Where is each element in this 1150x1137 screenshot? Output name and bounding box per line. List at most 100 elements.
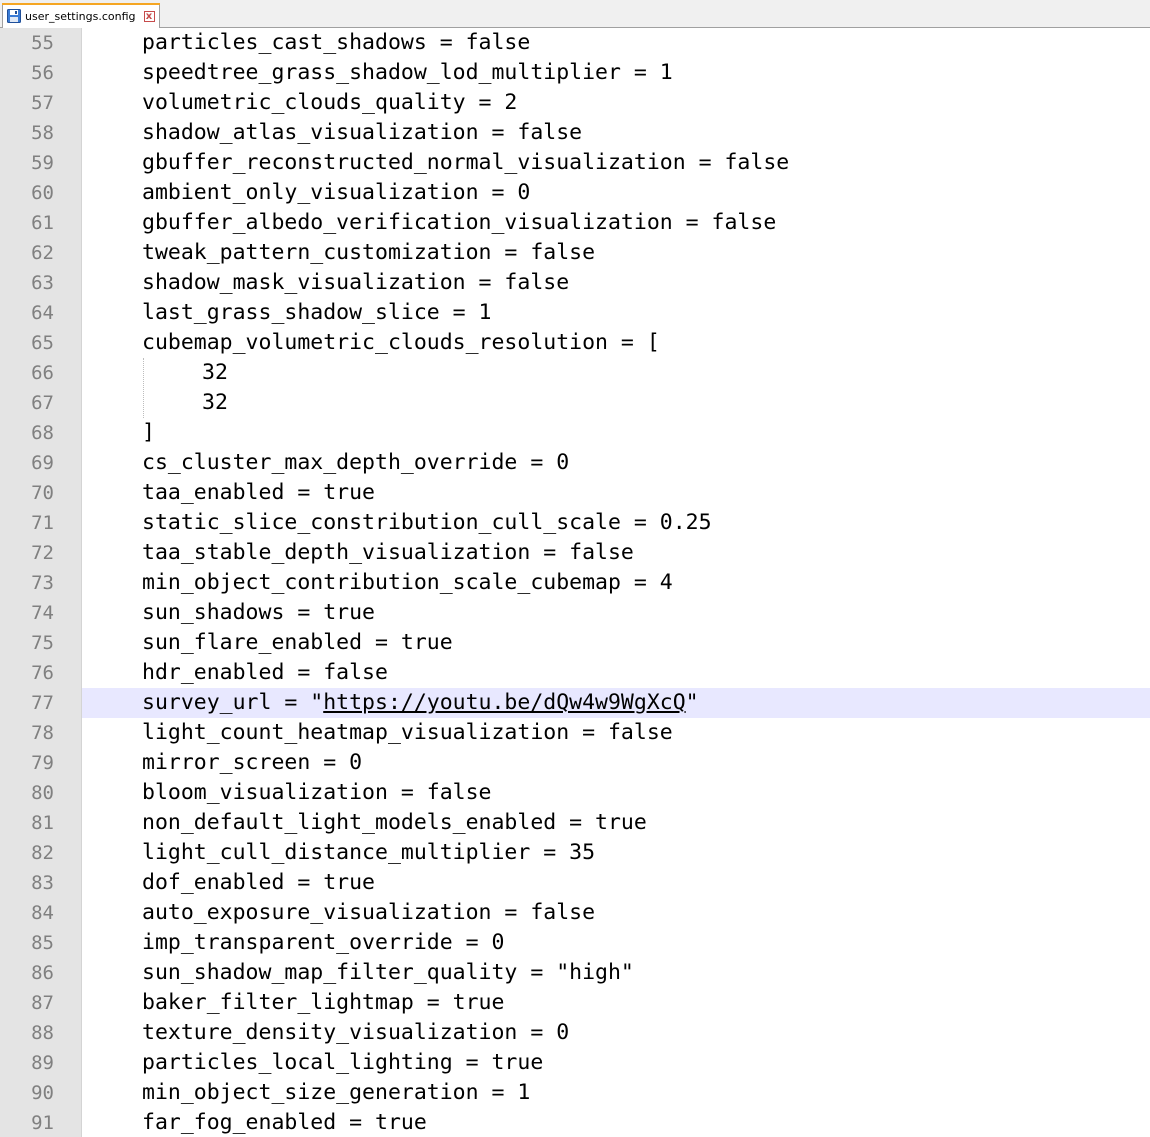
code-text[interactable]: light_count_heatmap_visualization = fals… [142, 718, 673, 748]
code-line[interactable]: 90 min_object_size_generation = 1 [0, 1078, 1150, 1108]
line-number: 90 [31, 1082, 54, 1104]
code-line[interactable]: 75 sun_flare_enabled = true [0, 628, 1150, 658]
code-text[interactable]: last_grass_shadow_slice = 1 [142, 298, 492, 328]
tab-user-settings-config[interactable]: user_settings.config x [2, 3, 160, 28]
code-text[interactable]: texture_density_visualization = 0 [142, 1018, 569, 1048]
code-text[interactable]: cs_cluster_max_depth_override = 0 [142, 448, 569, 478]
code-line[interactable]: 56 speedtree_grass_shadow_lod_multiplier … [0, 58, 1150, 88]
code-text-content: last_grass_shadow_slice = 1 [142, 300, 492, 325]
code-text[interactable]: shadow_atlas_visualization = false [142, 118, 582, 148]
code-line[interactable]: 55 particles_cast_shadows = false [0, 28, 1150, 58]
code-text[interactable]: shadow_mask_visualization = false [142, 268, 569, 298]
code-text[interactable]: 32 [202, 358, 228, 388]
url-link[interactable]: https://youtu.be/dQw4w9WgXcQ [323, 690, 685, 715]
code-line[interactable]: 84 auto_exposure_visualization = false [0, 898, 1150, 928]
line-number: 55 [31, 32, 54, 54]
code-line[interactable]: 71 static_slice_constribution_cull_scale … [0, 508, 1150, 538]
code-text[interactable]: static_slice_constribution_cull_scale = … [142, 508, 712, 538]
line-number: 91 [31, 1112, 54, 1134]
code-line[interactable]: 74 sun_shadows = true [0, 598, 1150, 628]
code-text-content: cubemap_volumetric_clouds_resolution = [ [142, 330, 660, 355]
code-text-content: hdr_enabled = false [142, 660, 388, 685]
code-line[interactable]: 58 shadow_atlas_visualization = false [0, 118, 1150, 148]
line-number: 57 [31, 92, 54, 114]
code-text[interactable]: particles_local_lighting = true [142, 1048, 543, 1078]
code-text[interactable]: auto_exposure_visualization = false [142, 898, 595, 928]
code-text[interactable]: non_default_light_models_enabled = true [142, 808, 647, 838]
code-text-content: taa_enabled = true [142, 480, 375, 505]
code-text[interactable]: sun_shadows = true [142, 598, 375, 628]
code-text[interactable]: imp_transparent_override = 0 [142, 928, 504, 958]
code-line[interactable]: 87 baker_filter_lightmap = true [0, 988, 1150, 1018]
code-line[interactable]: 91 far_fog_enabled = true [0, 1108, 1150, 1137]
line-number: 66 [31, 362, 54, 384]
code-text[interactable]: cubemap_volumetric_clouds_resolution = [ [142, 328, 660, 358]
code-text[interactable]: bloom_visualization = false [142, 778, 492, 808]
code-editor[interactable]: 55 particles_cast_shadows = false 56 speedt… [0, 28, 1150, 1137]
code-text[interactable]: min_object_contribution_scale_cubemap = … [142, 568, 673, 598]
code-text[interactable]: hdr_enabled = false [142, 658, 388, 688]
code-line[interactable]: 89 particles_local_lighting = true [0, 1048, 1150, 1078]
code-text[interactable]: speedtree_grass_shadow_lod_multiplier = … [142, 58, 673, 88]
code-text[interactable]: survey_url = "https://youtu.be/dQw4w9WgX… [142, 688, 699, 718]
code-line[interactable]: 83 dof_enabled = true [0, 868, 1150, 898]
code-text[interactable]: ] [142, 418, 155, 448]
code-text-content: survey_url = " [142, 690, 324, 715]
code-text[interactable]: volumetric_clouds_quality = 2 [142, 88, 517, 118]
close-icon[interactable]: x [143, 10, 155, 22]
code-line[interactable]: 64 last_grass_shadow_slice = 1 [0, 298, 1150, 328]
code-text[interactable]: sun_flare_enabled = true [142, 628, 453, 658]
code-line[interactable]: 69 cs_cluster_max_depth_override = 0 [0, 448, 1150, 478]
code-line[interactable]: 63 shadow_mask_visualization = false [0, 268, 1150, 298]
code-text[interactable]: tweak_pattern_customization = false [142, 238, 595, 268]
code-line[interactable]: 79 mirror_screen = 0 [0, 748, 1150, 778]
code-line[interactable]: 86 sun_shadow_map_filter_quality = "high" [0, 958, 1150, 988]
code-line[interactable]: 59 gbuffer_reconstructed_normal_visualiza… [0, 148, 1150, 178]
code-text-content: ] [142, 420, 155, 445]
code-text[interactable]: gbuffer_albedo_verification_visualizatio… [142, 208, 776, 238]
code-text-content: bloom_visualization = false [142, 780, 492, 805]
code-line[interactable]: 60 ambient_only_visualization = 0 [0, 178, 1150, 208]
code-text-content: non_default_light_models_enabled = true [142, 810, 647, 835]
code-line[interactable]: 80 bloom_visualization = false [0, 778, 1150, 808]
code-line[interactable]: 72 taa_stable_depth_visualization = false [0, 538, 1150, 568]
code-text-content: static_slice_constribution_cull_scale = … [142, 510, 712, 535]
code-text[interactable]: far_fog_enabled = true [142, 1108, 427, 1137]
code-text[interactable]: particles_cast_shadows = false [142, 28, 530, 58]
code-text[interactable]: taa_stable_depth_visualization = false [142, 538, 634, 568]
code-line[interactable]: 88 texture_density_visualization = 0 [0, 1018, 1150, 1048]
code-line[interactable]: 82 light_cull_distance_multiplier = 35 [0, 838, 1150, 868]
code-line[interactable]: 61 gbuffer_albedo_verification_visualizat… [0, 208, 1150, 238]
code-line[interactable]: 66 32 [0, 358, 1150, 388]
code-line[interactable]: 68] [0, 418, 1150, 448]
code-text-content: dof_enabled = true [142, 870, 375, 895]
line-number: 74 [31, 602, 54, 624]
code-text[interactable]: mirror_screen = 0 [142, 748, 362, 778]
line-number: 88 [31, 1022, 54, 1044]
code-text[interactable]: min_object_size_generation = 1 [142, 1078, 530, 1108]
code-text[interactable]: baker_filter_lightmap = true [142, 988, 504, 1018]
code-text[interactable]: gbuffer_reconstructed_normal_visualizati… [142, 148, 789, 178]
code-text[interactable]: light_cull_distance_multiplier = 35 [142, 838, 595, 868]
code-text[interactable]: 32 [202, 388, 228, 418]
line-number: 79 [31, 752, 54, 774]
code-line[interactable]: 70 taa_enabled = true [0, 478, 1150, 508]
code-text[interactable]: dof_enabled = true [142, 868, 375, 898]
code-text-content: gbuffer_albedo_verification_visualizatio… [142, 210, 777, 235]
code-line[interactable]: 85 imp_transparent_override = 0 [0, 928, 1150, 958]
code-line[interactable]: 65 cubemap_volumetric_clouds_resolution =… [0, 328, 1150, 358]
code-text[interactable]: ambient_only_visualization = 0 [142, 178, 530, 208]
code-line[interactable]: 78 light_count_heatmap_visualization = fa… [0, 718, 1150, 748]
code-text-content: sun_shadows = true [142, 600, 375, 625]
code-line[interactable]: 57 volumetric_clouds_quality = 2 [0, 88, 1150, 118]
code-line[interactable]: 77 survey_url = "https://youtu.be/dQw4w9W… [0, 688, 1150, 718]
code-line[interactable]: 76 hdr_enabled = false [0, 658, 1150, 688]
code-line[interactable]: 62 tweak_pattern_customization = false [0, 238, 1150, 268]
line-number: 73 [31, 572, 54, 594]
code-line[interactable]: 73 min_object_contribution_scale_cubemap … [0, 568, 1150, 598]
code-text[interactable]: taa_enabled = true [142, 478, 375, 508]
code-text[interactable]: sun_shadow_map_filter_quality = "high" [142, 958, 634, 988]
line-number: 61 [31, 212, 54, 234]
code-line[interactable]: 67 32 [0, 388, 1150, 418]
code-line[interactable]: 81 non_default_light_models_enabled = tru… [0, 808, 1150, 838]
